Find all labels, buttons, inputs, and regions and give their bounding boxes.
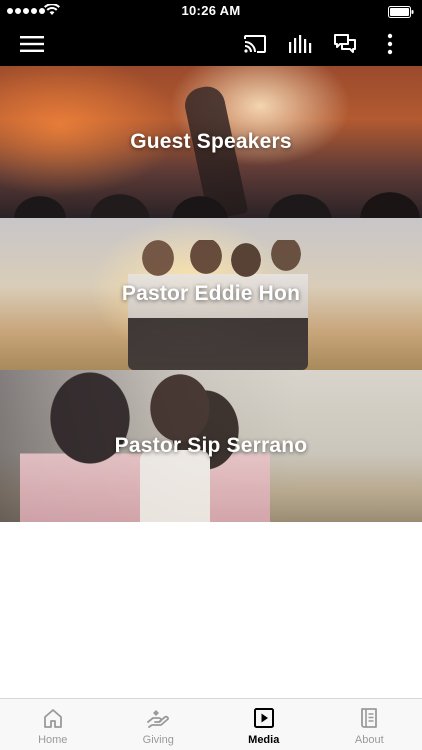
tab-label: Giving — [142, 734, 174, 746]
audio-bars-icon — [289, 35, 312, 53]
tab-home[interactable]: Home — [0, 699, 106, 750]
media-card-title: Pastor Eddie Hon — [121, 282, 301, 305]
tab-label: Media — [248, 734, 280, 746]
tab-label: About — [354, 734, 384, 746]
status-time: 10:26 AM — [181, 3, 241, 18]
tab-label: Home — [38, 734, 68, 746]
tab-giving[interactable]: Giving — [106, 699, 212, 750]
menu-button[interactable] — [14, 22, 50, 66]
chat-icon — [334, 34, 356, 53]
menu-icon — [20, 36, 44, 52]
media-play-icon — [253, 706, 275, 730]
audio-button[interactable] — [286, 22, 314, 66]
media-card-pastor-eddie-hon[interactable]: Pastor Eddie Hon — [0, 218, 422, 370]
about-book-icon — [358, 706, 380, 730]
battery-icon — [388, 5, 414, 23]
media-card-guest-speakers[interactable]: Guest Speakers — [0, 66, 422, 218]
status-bar: 10:26 AM — [0, 0, 422, 22]
giving-hand-icon — [146, 706, 170, 730]
card-image-crowd — [0, 170, 422, 218]
cast-icon — [244, 35, 266, 53]
media-card-title: Pastor Sip Serrano — [114, 434, 308, 457]
home-icon — [42, 706, 64, 730]
chat-button[interactable] — [331, 22, 359, 66]
tab-media[interactable]: Media — [211, 699, 317, 750]
media-card-pastor-sip-serrano[interactable]: Pastor Sip Serrano — [0, 370, 422, 522]
app-bar — [0, 22, 422, 66]
media-card-title: Guest Speakers — [130, 130, 292, 153]
tab-bar: Home Giving Media About — [0, 698, 422, 750]
more-vertical-icon — [387, 33, 393, 55]
cast-button[interactable] — [240, 22, 270, 66]
tab-about[interactable]: About — [317, 699, 422, 750]
more-options-button[interactable] — [378, 22, 402, 66]
